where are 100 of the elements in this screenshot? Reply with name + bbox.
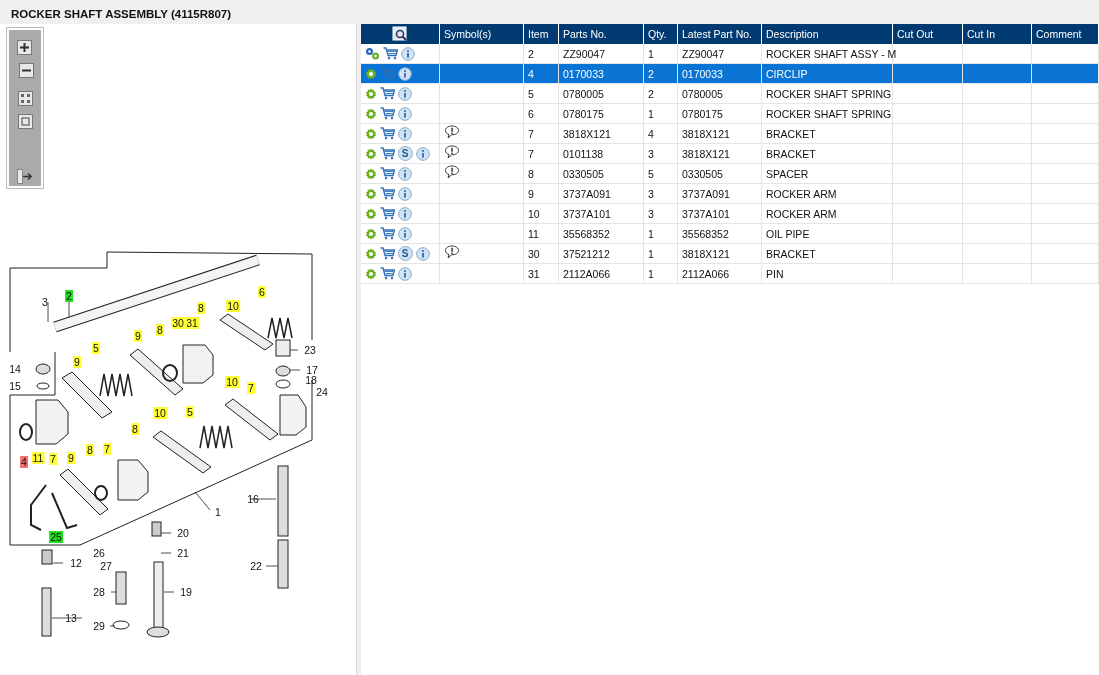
callout-label[interactable]: 31 [185,317,199,329]
column-header[interactable]: Description [761,24,893,44]
cart-icon[interactable] [382,47,398,60]
cart-icon[interactable] [379,227,395,240]
info-icon[interactable] [397,186,412,201]
info-icon[interactable] [397,106,412,121]
callout-label[interactable]: 16 [246,493,260,505]
callout-label[interactable]: 7 [247,382,255,394]
callout-label[interactable]: 4 [20,456,28,468]
callout-label[interactable]: 8 [156,324,164,336]
callout-label[interactable]: 9 [73,356,81,368]
callout-label[interactable]: 2 [65,290,73,302]
callout-label[interactable]: 26 [92,547,106,559]
callout-label[interactable]: 19 [179,586,193,598]
info-icon[interactable] [397,166,412,181]
callout-label[interactable]: 5 [186,406,194,418]
gears-icon[interactable] [364,47,380,60]
info-icon[interactable] [400,46,415,61]
table-row[interactable]: 11 35568352 1 35568352 OIL PIPE [360,223,1099,244]
callout-label[interactable]: 11 [31,452,45,464]
callout-label[interactable]: 10 [225,376,239,388]
search-document-icon[interactable] [391,26,408,42]
table-row[interactable]: 5 0780005 2 0780005 ROCKER SHAFT SPRING [360,83,1099,104]
cart-icon[interactable] [379,167,395,180]
callout-label[interactable]: 10 [153,407,167,419]
table-row[interactable]: 10 3737A101 3 3737A101 ROCKER ARM [360,203,1099,224]
column-header[interactable]: Comment [1031,24,1099,44]
cart-icon[interactable] [379,187,395,200]
gear-icon[interactable] [364,267,377,280]
gear-icon[interactable] [364,127,377,140]
callout-label[interactable]: 29 [92,620,106,632]
table-row[interactable]: 8 0330505 5 0330505 SPACER [360,163,1099,184]
callout-label[interactable]: 24 [315,386,329,398]
info-icon[interactable] [397,86,412,101]
fit-all-button[interactable] [15,89,35,109]
gear-icon[interactable] [364,67,377,80]
table-row[interactable]: 6 0780175 1 0780175 ROCKER SHAFT SPRING [360,103,1099,124]
info-icon[interactable] [397,266,412,281]
table-row[interactable]: S 30 37521212 1 3818X121 BRACKET [360,243,1099,264]
table-row[interactable]: S 7 0101138 3 3818X121 BRACKET [360,143,1099,164]
cart-icon[interactable] [379,147,395,160]
table-row[interactable]: 9 3737A091 3 3737A091 ROCKER ARM [360,183,1099,204]
export-button[interactable] [15,167,35,186]
callout-label[interactable]: 9 [67,452,75,464]
gear-icon[interactable] [364,247,377,260]
callout-label[interactable]: 12 [69,557,83,569]
cart-icon[interactable] [379,267,395,280]
callout-label[interactable]: 3 [41,296,49,308]
gear-icon[interactable] [364,87,377,100]
callout-label[interactable]: 14 [8,363,22,375]
column-header[interactable]: Qty. [643,24,678,44]
callout-label[interactable]: 27 [99,560,113,572]
column-header[interactable]: Latest Part No. [677,24,762,44]
service-badge[interactable]: S [397,146,413,161]
zoom-in-button[interactable] [15,38,35,57]
column-header[interactable]: Item [523,24,559,44]
column-header[interactable]: Cut Out [892,24,963,44]
callout-label[interactable]: 18 [304,374,318,386]
callout-label[interactable]: 10 [226,300,240,312]
service-badge[interactable]: S [397,246,413,261]
callout-label[interactable]: 5 [92,342,100,354]
callout-label[interactable]: 22 [249,560,263,572]
info-icon[interactable] [397,126,412,141]
callout-label[interactable]: 17 [305,364,319,376]
column-header[interactable]: Parts No. [558,24,644,44]
callout-label[interactable]: 6 [258,286,266,298]
column-header[interactable]: Symbol(s) [439,24,524,44]
gear-icon[interactable] [364,107,377,120]
callout-label[interactable]: 20 [176,527,190,539]
cart-icon[interactable] [379,207,395,220]
callout-label[interactable]: 23 [303,344,317,356]
gear-icon[interactable] [364,207,377,220]
callout-label[interactable]: 21 [176,547,190,559]
info-icon[interactable] [397,206,412,221]
callout-label[interactable]: 13 [64,612,78,624]
cart-icon[interactable] [379,247,395,260]
callout-label[interactable]: 8 [197,302,205,314]
column-header[interactable]: Cut In [962,24,1032,44]
callout-label[interactable]: 8 [131,423,139,435]
gear-icon[interactable] [364,227,377,240]
cart-icon[interactable] [379,127,395,140]
cart-icon[interactable] [379,87,395,100]
table-row[interactable]: 4 0170033 2 0170033 CIRCLIP [360,63,1099,84]
info-icon[interactable] [415,246,430,261]
callout-label[interactable]: 25 [49,531,63,543]
table-row[interactable]: 7 3818X121 4 3818X121 BRACKET [360,123,1099,144]
callout-label[interactable]: 7 [49,453,57,465]
callout-label[interactable]: 7 [103,443,111,455]
callout-label[interactable]: 15 [8,380,22,392]
info-icon[interactable] [397,66,412,81]
callout-label[interactable]: 1 [214,506,222,518]
callout-label[interactable]: 28 [92,586,106,598]
actual-size-button[interactable] [15,112,35,132]
table-row[interactable]: 31 2112A066 1 2112A066 PIN [360,263,1099,284]
gear-icon[interactable] [364,167,377,180]
cart-icon[interactable] [379,107,395,120]
info-icon[interactable] [397,226,412,241]
callout-label[interactable]: 30 [171,317,185,329]
gear-icon[interactable] [364,147,377,160]
gear-icon[interactable] [364,187,377,200]
